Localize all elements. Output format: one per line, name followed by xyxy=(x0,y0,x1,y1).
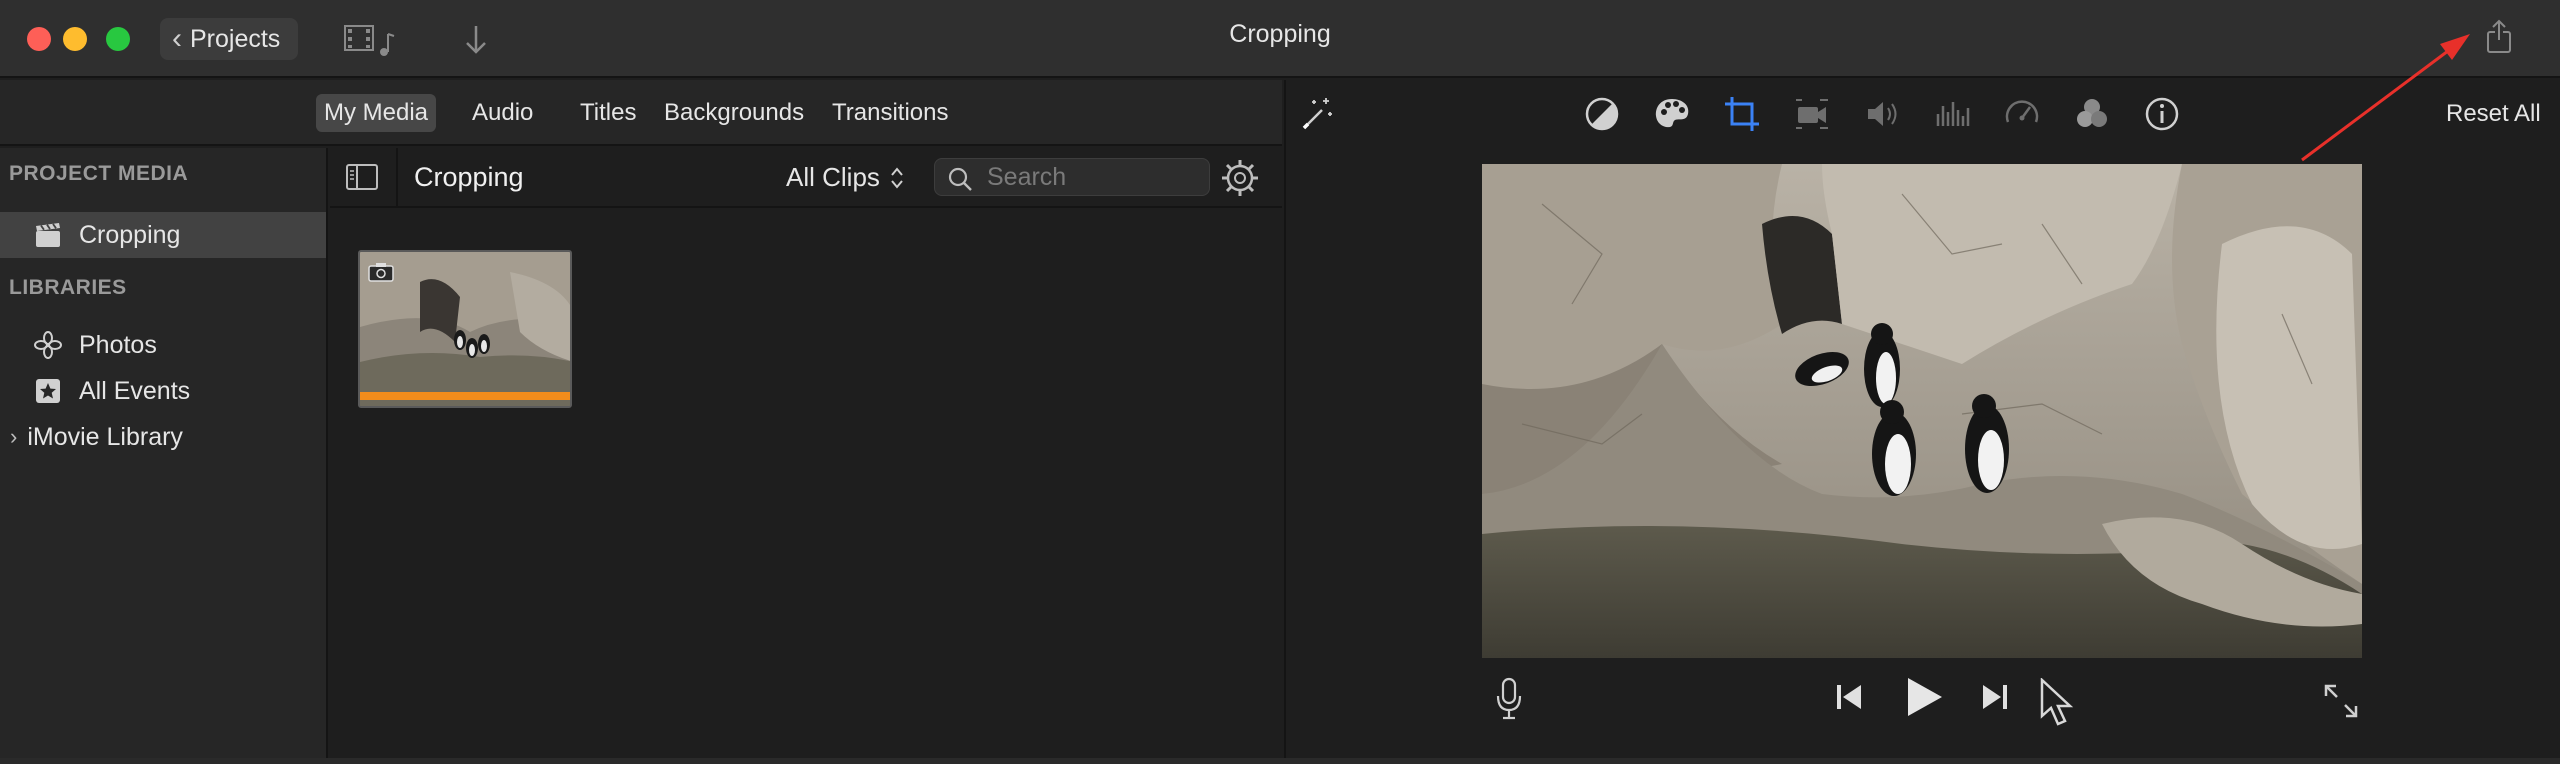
magic-wand-icon[interactable] xyxy=(1296,94,1336,134)
play-icon[interactable] xyxy=(1902,676,1944,718)
speed-icon[interactable] xyxy=(2002,94,2042,134)
projects-back-button[interactable]: ‹ Projects xyxy=(160,18,299,60)
sidebar-item-all-events[interactable]: All Events xyxy=(0,368,326,414)
sidebar-item-cropping[interactable]: Cropping xyxy=(0,212,326,258)
title-bar: ‹ Projects Cropping xyxy=(0,0,2560,78)
penguin-preview-image xyxy=(1482,164,2362,658)
stabilization-icon[interactable] xyxy=(1792,94,1832,134)
noise-reduction-icon[interactable] xyxy=(1932,94,1972,134)
gear-icon[interactable] xyxy=(1220,158,1260,198)
libraries-heading: LIBRARIES xyxy=(9,276,127,299)
sidebar-item-imovie-library[interactable]: › iMovie Library xyxy=(0,414,326,460)
sidebar-item-label: iMovie Library xyxy=(27,422,183,451)
clip-filter-icon[interactable] xyxy=(2072,94,2112,134)
timeline-edge xyxy=(0,758,2560,764)
close-window-button[interactable] xyxy=(27,27,51,51)
tab-audio[interactable]: Audio xyxy=(464,94,541,132)
sidebar-item-label: Cropping xyxy=(79,220,181,249)
skip-back-icon[interactable] xyxy=(1834,682,1864,712)
photos-flower-icon xyxy=(34,331,62,359)
toolbar-divider xyxy=(396,148,398,208)
search-input[interactable] xyxy=(987,163,1197,191)
share-icon[interactable] xyxy=(2482,18,2516,56)
import-media-icon[interactable] xyxy=(460,22,492,58)
clip-used-indicator xyxy=(360,392,570,400)
search-field[interactable] xyxy=(934,158,1210,196)
clapperboard-icon xyxy=(36,223,60,247)
info-icon[interactable] xyxy=(2142,94,2182,134)
chevron-left-icon: ‹ xyxy=(172,22,182,55)
media-browser-tabs: My Media Audio Titles Backgrounds Transi… xyxy=(0,80,1282,146)
event-title: Cropping xyxy=(414,162,524,192)
search-icon xyxy=(948,167,972,191)
tab-transitions[interactable]: Transitions xyxy=(824,94,956,132)
media-audio-toggle-icon[interactable] xyxy=(344,22,396,58)
tab-titles[interactable]: Titles xyxy=(572,94,644,132)
projects-label: Projects xyxy=(190,24,281,53)
chevron-right-icon[interactable]: › xyxy=(10,424,17,450)
minimize-window-button[interactable] xyxy=(63,27,87,51)
browser-toolbar: Cropping All Clips xyxy=(330,148,1282,208)
maximize-window-button[interactable] xyxy=(106,27,130,51)
mouse-pointer-icon xyxy=(2040,678,2074,726)
clips-filter-select[interactable]: All Clips xyxy=(786,162,904,193)
libraries-sidebar: PROJECT MEDIA Cropping LIBRARIES Photos … xyxy=(0,148,328,758)
color-correction-icon[interactable] xyxy=(1652,94,1692,134)
camera-icon xyxy=(368,263,394,282)
microphone-icon[interactable] xyxy=(1494,676,1524,720)
sidebar-item-photos[interactable]: Photos xyxy=(0,322,326,368)
adjustments-toolbar: Reset All xyxy=(1286,80,2560,146)
sidebar-toggle-icon[interactable] xyxy=(346,164,378,190)
crop-icon[interactable] xyxy=(1722,94,1762,134)
star-square-icon xyxy=(36,379,60,403)
video-preview xyxy=(1482,164,2362,658)
fullscreen-icon[interactable] xyxy=(2322,682,2360,720)
color-balance-icon[interactable] xyxy=(1582,94,1622,134)
volume-icon[interactable] xyxy=(1862,94,1902,134)
tab-backgrounds[interactable]: Backgrounds xyxy=(656,94,812,132)
clips-filter-value: All Clips xyxy=(786,162,880,192)
up-down-chevron-icon xyxy=(891,166,903,189)
skip-forward-icon[interactable] xyxy=(1980,682,2010,712)
sidebar-item-label: All Events xyxy=(79,376,191,405)
project-media-heading: PROJECT MEDIA xyxy=(9,162,189,185)
clip-thumbnail[interactable] xyxy=(358,250,572,408)
reset-all-button[interactable]: Reset All xyxy=(2446,100,2541,128)
viewer-panel: Reset All xyxy=(1284,80,2560,758)
clip-browser xyxy=(330,210,1282,758)
sidebar-item-label: Photos xyxy=(79,330,157,359)
tab-my-media[interactable]: My Media xyxy=(316,94,437,132)
